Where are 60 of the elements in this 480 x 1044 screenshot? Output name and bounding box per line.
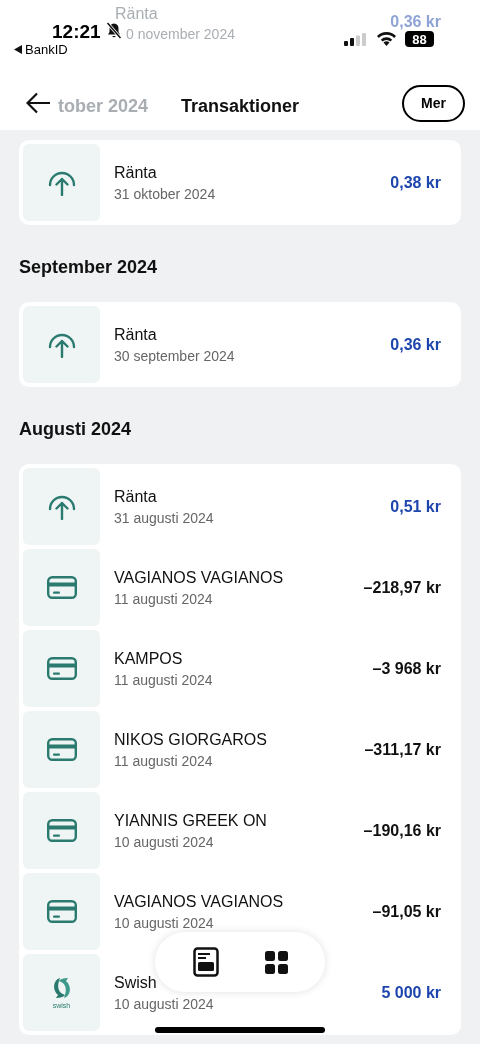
back-arrow-icon[interactable] (26, 92, 51, 114)
muted-bell-icon (106, 22, 122, 39)
transaction-date: 0 november 2024 (126, 25, 235, 44)
page-title: Transaktioner (179, 95, 300, 118)
transaction-title: YIANNIS GREEK ON (114, 810, 267, 831)
transaction-date: 11 augusti 2024 (114, 670, 213, 690)
transaction-row[interactable]: Ränta 30 september 2024 0,36 kr (23, 306, 457, 383)
card-icon (46, 900, 77, 923)
transaction-amount: –3 968 kr (372, 658, 441, 679)
transaction-row[interactable]: VAGIANOS VAGIANOS 10 augusti 2024 –91,05 kr (23, 873, 457, 950)
transaction-title: Ränta (114, 162, 157, 183)
arrow-up-arc-icon (46, 169, 77, 196)
transaction-amount: 5 000 kr (381, 982, 441, 1003)
transaction-title: Ränta (114, 324, 157, 345)
transaction-amount: –311,17 kr (364, 739, 441, 760)
arrow-up-arc-icon (46, 493, 77, 520)
more-button[interactable]: Mer (402, 85, 465, 122)
signal-icon (344, 33, 368, 46)
grid-icon[interactable] (264, 950, 288, 974)
app-name: BankID (25, 41, 68, 59)
transaction-amount: 0,51 kr (390, 496, 441, 517)
transaction-amount: –218,97 kr (363, 577, 441, 598)
section-heading: Augusti 2024 (19, 418, 132, 441)
section-heading: September 2024 (19, 256, 158, 279)
transaction-amount: –190,16 kr (363, 820, 441, 841)
transaction-row[interactable]: Ränta 31 oktober 2024 0,38 kr (23, 144, 457, 221)
transaction-date: 11 augusti 2024 (114, 589, 213, 609)
transaction-row[interactable]: YIANNIS GREEK ON 10 augusti 2024 –190,16 kr (23, 792, 457, 869)
transaction-amount: –91,05 kr (372, 901, 441, 922)
transaction-date: 31 augusti 2024 (114, 508, 214, 528)
section-heading: tober 2024 (58, 95, 149, 118)
transaction-date: 31 oktober 2024 (114, 184, 216, 204)
transaction-row[interactable]: NIKOS GIORGAROS 11 augusti 2024 –311,17 kr (23, 711, 457, 788)
document-icon[interactable] (192, 947, 219, 977)
wifi-icon (376, 31, 397, 46)
transaction-row[interactable]: Ränta 31 augusti 2024 0,51 kr (23, 468, 457, 545)
card-icon (46, 819, 77, 842)
transaction-row[interactable]: VAGIANOS VAGIANOS 11 augusti 2024 –218,97 kr (23, 549, 457, 626)
transaction-date: 10 augusti 2024 (114, 832, 214, 852)
transaction-date: 10 augusti 2024 (114, 913, 214, 933)
arrow-up-arc-icon (46, 331, 77, 358)
transaction-date: 30 september 2024 (114, 346, 235, 366)
transaction-amount: 0,38 kr (390, 172, 441, 193)
transaction-title: Swish (114, 972, 157, 993)
transaction-title: KAMPOS (114, 648, 183, 669)
transaction-amount: 0,36 kr (390, 334, 441, 355)
transaction-title: VAGIANOS VAGIANOS (114, 567, 284, 588)
back-triangle-icon (14, 45, 22, 55)
card-icon (46, 576, 77, 599)
transaction-title: VAGIANOS VAGIANOS (114, 891, 284, 912)
card-icon (46, 738, 77, 761)
card-icon (46, 657, 77, 680)
transaction-title: NIKOS GIORGAROS (114, 729, 267, 750)
transaction-date: 10 augusti 2024 (114, 994, 214, 1014)
transaction-date: 11 augusti 2024 (114, 751, 213, 771)
transaction-amount: 0,36 kr (390, 12, 441, 32)
transaction-title: Ränta (114, 486, 157, 507)
battery-indicator: 88 (405, 31, 434, 47)
transaction-row[interactable]: KAMPOS 11 augusti 2024 –3 968 kr (23, 630, 457, 707)
transaction-title: Ränta (115, 4, 158, 24)
